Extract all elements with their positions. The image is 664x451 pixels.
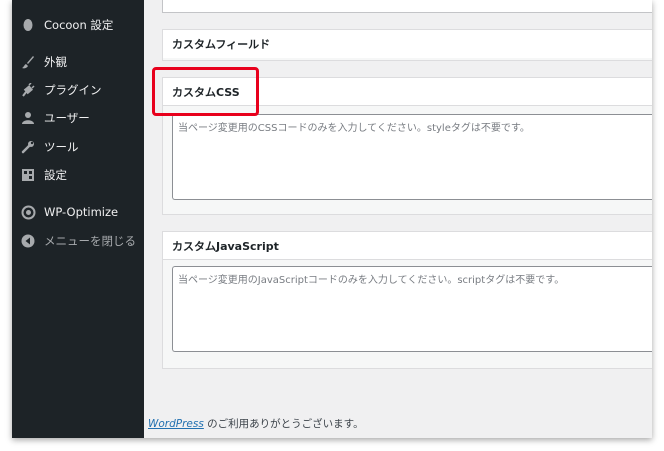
sidebar-item-wp-optimize[interactable]: WP-Optimize [12,200,144,224]
sidebar-item-tools[interactable]: ツール [12,135,144,159]
wp-optimize-icon [20,204,36,220]
custom-js-title[interactable]: カスタムJavaScript [163,232,652,260]
custom-field-panel: カスタムフィールド [162,29,652,61]
sidebar-item-users[interactable]: ユーザー [12,106,144,130]
custom-js-textarea[interactable]: 当ページ変更用のJavaScriptコードのみを入力してください。scriptタ… [172,266,652,352]
collapse-icon [20,233,36,249]
sidebar-item-plugins[interactable]: プラグイン [12,78,144,102]
wrench-icon [20,139,36,155]
sidebar-item-cocoon[interactable]: Cocoon 設定 [12,13,144,37]
sidebar-item-label: ツール [44,140,79,154]
custom-css-textarea[interactable]: 当ページ変更用のCSSコードのみを入力してください。styleタグは不要です。 [172,114,652,200]
sidebar-item-label: ユーザー [44,111,90,125]
sidebar-item-label: メニューを閉じる [44,234,136,248]
main-content: カスタムフィールド カスタムCSS 当ページ変更用のCSSコードのみを入力してく… [144,0,652,438]
sidebar-item-label: プラグイン [44,83,102,97]
previous-panel-edge [162,0,652,13]
custom-field-title[interactable]: カスタムフィールド [163,30,652,58]
collapse-menu-button[interactable]: メニューを閉じる [12,229,144,253]
sidebar-item-label: WP-Optimize [44,205,119,219]
sidebar-item-label: 外観 [44,55,67,69]
sidebar-item-label: 設定 [44,168,67,182]
user-icon [20,110,36,126]
sidebar-item-label: Cocoon 設定 [44,18,114,32]
brush-icon [20,54,36,70]
admin-sidebar: Cocoon 設定 外観 プラグイン ユーザー ツール 設定 WP-Optimi… [12,0,144,438]
admin-footer: WordPress のご利用ありがとうございます。 [148,416,364,431]
wordpress-link[interactable]: WordPress [148,418,204,430]
highlight-box [152,67,259,116]
footer-text: のご利用ありがとうございます。 [203,418,364,430]
plugin-icon [20,82,36,98]
admin-window: Cocoon 設定 外観 プラグイン ユーザー ツール 設定 WP-Optimi… [12,0,652,438]
settings-icon [20,167,36,183]
cocoon-icon [20,17,36,33]
sidebar-item-appearance[interactable]: 外観 [12,50,144,74]
sidebar-item-settings[interactable]: 設定 [12,163,144,187]
custom-js-panel: カスタムJavaScript 当ページ変更用のJavaScriptコードのみを入… [162,231,652,369]
